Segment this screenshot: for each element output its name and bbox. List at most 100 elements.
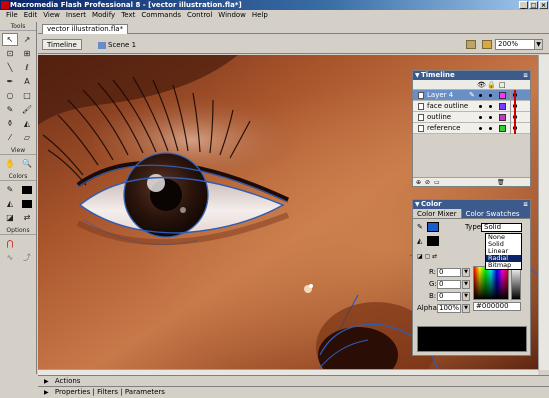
playhead[interactable]	[514, 90, 516, 101]
tab-filters[interactable]: Filters	[97, 388, 118, 396]
menu-text[interactable]: Text	[118, 10, 138, 21]
scene-breadcrumb[interactable]: Scene 1	[98, 41, 136, 49]
straighten-icon[interactable]: ⤴	[19, 251, 35, 264]
type-dropdown[interactable]: Solid	[481, 223, 522, 232]
stroke-color-swatch[interactable]	[427, 222, 439, 232]
visibility-dot[interactable]	[479, 94, 482, 97]
menu-help[interactable]: Help	[249, 10, 271, 21]
paint-bucket-tool-icon[interactable]: ◭	[19, 117, 35, 130]
lock-dot[interactable]	[489, 116, 492, 119]
lock-dot[interactable]	[489, 94, 492, 97]
pen-tool-icon[interactable]: ✒	[2, 75, 18, 88]
chevron-down-icon[interactable]: ▼	[462, 280, 470, 289]
insert-layer-icon[interactable]: ⊕	[416, 179, 421, 186]
edit-symbols-icon[interactable]	[482, 40, 492, 49]
minimize-button[interactable]: _	[519, 1, 528, 9]
smooth-icon[interactable]: ∿	[2, 251, 18, 264]
visibility-dot[interactable]	[479, 105, 482, 108]
menu-file[interactable]: File	[3, 10, 21, 21]
rectangle-tool-icon[interactable]: □	[19, 89, 35, 102]
zoom-select[interactable]: 200% ▼	[495, 39, 543, 50]
collapse-arrow-icon[interactable]: ▼	[415, 200, 420, 209]
menu-view[interactable]: View	[40, 10, 63, 21]
expand-arrow-icon[interactable]: ▶	[44, 389, 49, 396]
color-spectrum[interactable]	[473, 266, 509, 300]
fill-transform-tool-icon[interactable]: ⊞	[19, 47, 35, 60]
swap-colors-icon[interactable]: ⇄	[19, 211, 35, 224]
ink-bottle-tool-icon[interactable]: ⚱	[2, 117, 18, 130]
delete-layer-icon[interactable]: 🗑	[497, 179, 505, 186]
layer-color-box[interactable]	[499, 103, 506, 110]
free-transform-tool-icon[interactable]: ⊡	[2, 47, 18, 60]
panel-options-icon[interactable]: ≡	[523, 200, 528, 209]
actions-panel-bar[interactable]: ▶ Actions	[38, 375, 549, 385]
collapse-arrow-icon[interactable]: ▼	[415, 71, 420, 80]
hand-tool-icon[interactable]: ✋	[2, 157, 18, 170]
panel-options-icon[interactable]: ≡	[523, 71, 528, 80]
tab-color-swatches[interactable]: Color Swatches	[461, 209, 530, 218]
tab-parameters[interactable]: Parameters	[125, 388, 165, 396]
timeline-panel-header[interactable]: ▼ Timeline ≡	[413, 71, 530, 80]
tab-properties[interactable]: Properties	[55, 388, 90, 396]
fill-bucket-icon[interactable]: ◭	[417, 237, 422, 246]
fill-color-swatch[interactable]	[427, 236, 439, 246]
b-field[interactable]: 0 ▼	[437, 292, 470, 301]
swatch-controls-icon[interactable]: ◪ ▢ ⇄	[417, 252, 437, 261]
expand-arrow-icon[interactable]: ▶	[44, 378, 49, 385]
insert-folder-icon[interactable]: ▭	[434, 179, 440, 186]
chevron-down-icon[interactable]: ▼	[462, 292, 470, 301]
stroke-color-icon[interactable]: ✎	[2, 183, 18, 196]
fill-color-icon[interactable]: ◭	[2, 197, 18, 210]
eyedropper-tool-icon[interactable]: ⁄	[2, 131, 18, 144]
default-colors-icon[interactable]: ◪	[2, 211, 18, 224]
layer-row[interactable]: reference	[413, 123, 530, 134]
tab-color-mixer[interactable]: Color Mixer	[413, 209, 462, 218]
brush-tool-icon[interactable]: 🖌	[19, 103, 35, 116]
menu-window[interactable]: Window	[215, 10, 249, 21]
stroke-pencil-icon[interactable]: ✎	[417, 223, 423, 232]
visibility-dot[interactable]	[479, 116, 482, 119]
outline-icon[interactable]: □	[499, 81, 506, 89]
snap-to-objects-icon[interactable]: ⋂	[2, 237, 18, 250]
edit-scene-icon[interactable]	[466, 40, 476, 49]
oval-tool-icon[interactable]: ○	[2, 89, 18, 102]
hex-color-field[interactable]: #000000	[473, 302, 521, 311]
g-field[interactable]: 0 ▼	[437, 280, 470, 289]
menu-modify[interactable]: Modify	[89, 10, 118, 21]
visibility-dot[interactable]	[479, 127, 482, 130]
subselection-tool-icon[interactable]: ↗	[19, 33, 35, 46]
type-option-bitmap[interactable]: Bitmap	[486, 262, 521, 269]
color-panel-header[interactable]: ▼ Color ≡	[413, 200, 530, 209]
layer-row[interactable]: face outline	[413, 101, 530, 112]
add-guide-layer-icon[interactable]: ⊘	[425, 179, 430, 186]
lock-dot[interactable]	[489, 105, 492, 108]
maximize-button[interactable]: □	[529, 1, 538, 9]
fill-color-swatch[interactable]	[19, 197, 35, 210]
lasso-tool-icon[interactable]: ℓ	[19, 61, 35, 74]
eye-icon[interactable]: 👁	[477, 81, 486, 89]
properties-panel-bar[interactable]: ▶ Properties | Filters | Parameters	[38, 386, 549, 397]
vertical-scrollbar[interactable]	[538, 55, 549, 370]
lock-dot[interactable]	[489, 127, 492, 130]
menu-commands[interactable]: Commands	[138, 10, 184, 21]
chevron-down-icon[interactable]: ▼	[462, 268, 470, 277]
menu-insert[interactable]: Insert	[63, 10, 89, 21]
chevron-down-icon[interactable]: ▼	[462, 304, 470, 313]
close-button[interactable]: ×	[539, 1, 548, 9]
line-tool-icon[interactable]: ╲	[2, 61, 18, 74]
brightness-slider[interactable]	[511, 266, 521, 300]
layer-row[interactable]: Layer 4 ✎	[413, 90, 530, 101]
alpha-field[interactable]: 100% ▼	[437, 304, 470, 313]
selection-tool-icon[interactable]: ↖	[2, 33, 18, 46]
menu-edit[interactable]: Edit	[21, 10, 41, 21]
eraser-tool-icon[interactable]: ▱	[19, 131, 35, 144]
pencil-tool-icon[interactable]: ✎	[2, 103, 18, 116]
document-tab[interactable]: vector illustration.fla*	[42, 24, 129, 34]
lock-icon[interactable]: 🔒	[487, 81, 496, 89]
stroke-color-swatch[interactable]	[19, 183, 35, 196]
layer-color-box[interactable]	[499, 125, 506, 132]
r-field[interactable]: 0 ▼	[437, 268, 470, 277]
menu-control[interactable]: Control	[184, 10, 215, 21]
timeline-toggle-button[interactable]: Timeline	[42, 39, 82, 50]
zoom-tool-icon[interactable]: 🔍	[19, 157, 35, 170]
